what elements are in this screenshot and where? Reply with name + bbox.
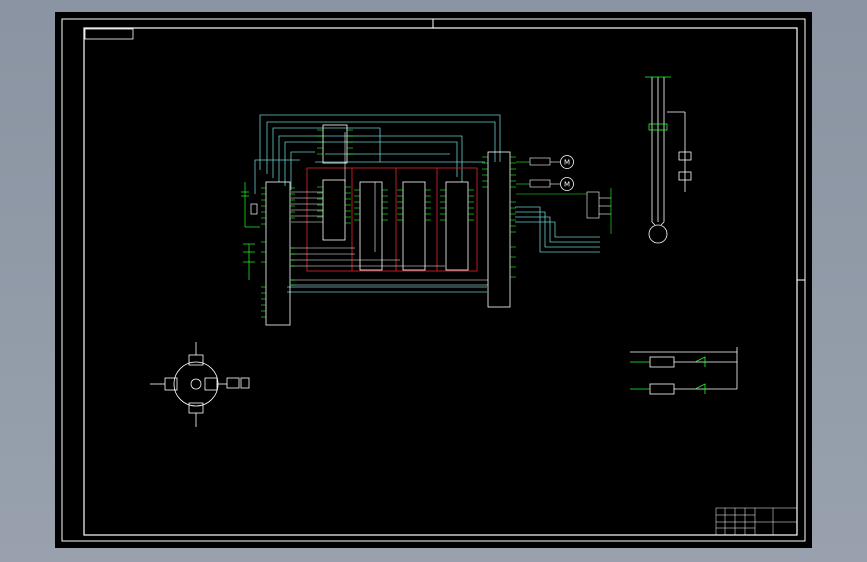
power-wires: [306, 167, 478, 272]
cad-viewport[interactable]: M M: [0, 0, 867, 562]
schematic-drawing: M M: [61, 18, 806, 542]
drawing-sheet: M M: [55, 12, 812, 548]
driver-chip-pins: [354, 189, 474, 221]
driver-chip-3: [445, 181, 469, 271]
decoder-chip: [322, 179, 346, 241]
main-controller-chip: [265, 181, 291, 326]
interface-chip: [487, 151, 511, 308]
decoder-pins: [317, 186, 351, 224]
inner-border: [83, 27, 798, 536]
motor-label-2: M: [564, 181, 570, 189]
drawing-number-box: [84, 28, 134, 40]
motor-driver-2: M: [516, 177, 574, 191]
logic-circuit: [630, 347, 738, 395]
interface-chip-pins: [482, 156, 516, 278]
oscillator-circuit: [241, 182, 260, 280]
relay-block: [516, 188, 612, 234]
driver-chip-2: [402, 181, 426, 271]
motor-driver-1: M: [516, 155, 574, 169]
title-block: [715, 507, 798, 536]
sensor-assembly-symbol: [150, 342, 250, 427]
bus-wires: [291, 132, 488, 286]
motor-label-1: M: [564, 159, 570, 167]
three-phase-power-diagram: [645, 76, 692, 244]
address-latch-chip: [322, 124, 348, 164]
driver-chip-1: [359, 181, 383, 271]
